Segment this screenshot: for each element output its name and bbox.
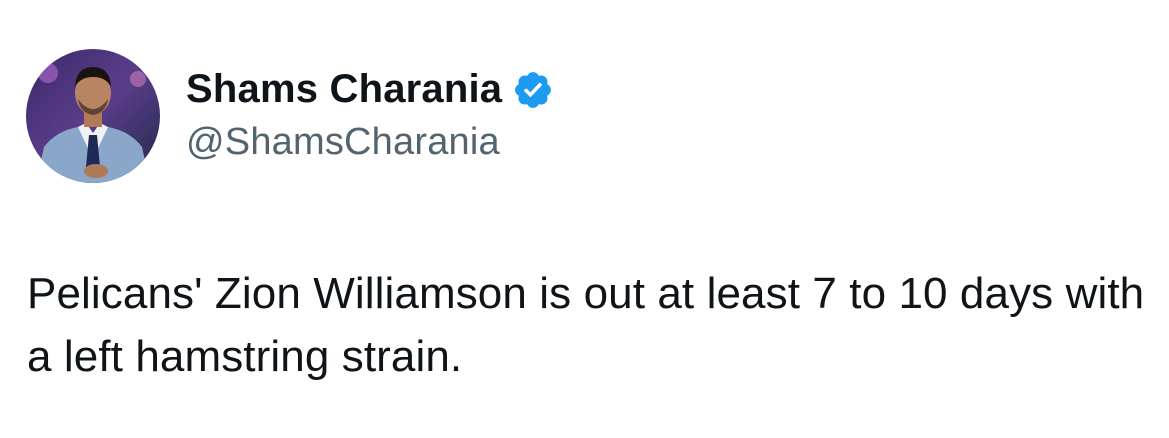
author-display-name[interactable]: Shams Charania	[186, 67, 502, 112]
author-name-row: Shams Charania	[186, 65, 554, 115]
author-handle[interactable]: @ShamsCharania	[186, 121, 554, 164]
tweet-text: Pelicans' Zion Williamson is out at leas…	[27, 269, 1157, 381]
avatar-photo-icon	[26, 49, 160, 183]
verified-badge-icon[interactable]	[512, 69, 554, 111]
tweet-card[interactable]: Shams Charania @ShamsCharania Pelicans' …	[0, 0, 1169, 438]
author-avatar[interactable]	[26, 49, 160, 183]
author-identity: Shams Charania @ShamsCharania	[186, 65, 554, 164]
tweet-header: Shams Charania @ShamsCharania	[26, 48, 554, 184]
